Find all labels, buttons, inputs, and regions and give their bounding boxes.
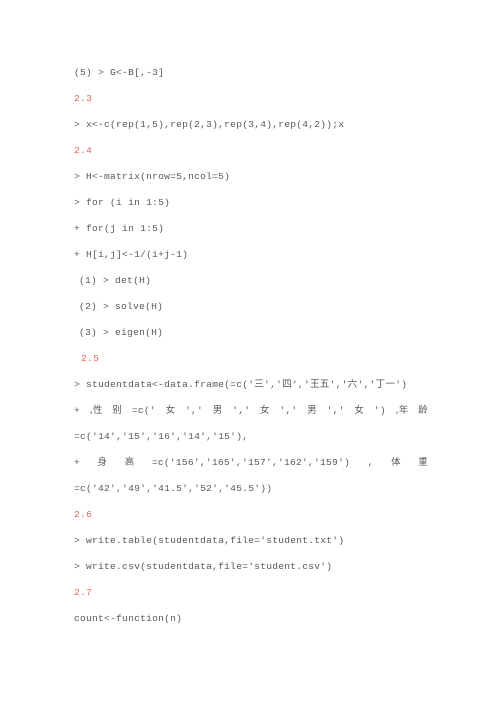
heading-2-5: 2.5	[81, 353, 100, 365]
text-segment: 女	[165, 405, 176, 417]
doc-row: (3) > eigen(H)	[74, 320, 428, 346]
text-segment: ','	[326, 405, 345, 417]
line-x-rep: > x<-c(rep(1,5),rep(2,3),rep(3,4),rep(4,…	[74, 119, 345, 131]
doc-row: 2.3	[74, 86, 428, 112]
text-segment: 女	[354, 405, 365, 417]
doc-row: + for(j in 1:5)	[74, 216, 428, 242]
doc-row: 2.7	[74, 580, 428, 606]
line-det: (1) > det(H)	[79, 275, 152, 287]
doc-row: =c('42','49','41.5','52','45.5'))	[74, 476, 428, 502]
line-for-i: > for (i in 1:5)	[74, 197, 171, 209]
text-segment: 身	[97, 457, 108, 469]
doc-row: 2.5	[74, 346, 428, 372]
doc-row: > H<-matrix(nrow=5,ncol=5)	[74, 164, 428, 190]
line-studentdata: > studentdata<-data.frame(=c('三','四','王五…	[74, 379, 408, 391]
line-age-values: =c('14','15','16','14','15'),	[74, 431, 249, 443]
text-segment: ','	[185, 405, 204, 417]
text-segment: ','	[279, 405, 298, 417]
line-gender: + ,性别 =c(' 女 ',' 男 ',' 女 ',' 男 ',' 女 ') ,年龄	[74, 406, 428, 416]
doc-row: count<-function(n)	[74, 606, 428, 632]
text-segment: 龄	[418, 405, 428, 417]
text-segment: ,性	[89, 405, 103, 417]
doc-row: 2.4	[74, 138, 428, 164]
doc-row: + 身 高 =c('156','165','157','162','159'), 体 重	[74, 450, 428, 476]
line-h-assign: + H[i,j]<-1/(i+j-1)	[74, 249, 189, 261]
text-segment: 女	[260, 405, 270, 417]
text-segment: ,年	[395, 405, 409, 417]
doc-row: (1) > det(H)	[74, 268, 428, 294]
text-segment: +	[74, 405, 81, 417]
document-body: (5) > G<-B[,-3] 2.3 > x<-c(rep(1,5),rep(2,…	[74, 60, 428, 632]
doc-row: > write.csv(studentdata,file='student.cs…	[74, 554, 428, 580]
line-solve: (2) > solve(H)	[79, 301, 164, 313]
heading-2-6: 2.6	[74, 509, 93, 521]
line-weight-values: =c('42','49','41.5','52','45.5'))	[74, 483, 273, 495]
doc-row: > for (i in 1:5)	[74, 190, 428, 216]
heading-2-4: 2.4	[74, 145, 93, 157]
doc-row: (5) > G<-B[,-3]	[74, 60, 428, 86]
doc-row: (2) > solve(H)	[74, 294, 428, 320]
text-segment: 体	[391, 457, 401, 469]
line-g-assign: (5) > G<-B[,-3]	[74, 67, 165, 79]
doc-row: =c('14','15','16','14','15'),	[74, 424, 428, 450]
line-h-matrix: > H<-matrix(nrow=5,ncol=5)	[74, 171, 231, 183]
doc-row: > studentdata<-data.frame(=c('三','四','王五…	[74, 372, 428, 398]
heading-2-7: 2.7	[74, 587, 93, 599]
line-write-table: > write.table(studentdata,file='student.…	[74, 535, 345, 547]
document-page: (5) > G<-B[,-3] 2.3 > x<-c(rep(1,5),rep(2,…	[0, 0, 500, 707]
text-segment: =c('	[131, 405, 156, 417]
text-segment: ','	[232, 405, 251, 417]
text-segment: +	[74, 457, 81, 469]
line-eigen: (3) > eigen(H)	[79, 327, 164, 339]
text-segment: 别	[112, 405, 123, 417]
heading-2-3: 2.3	[74, 93, 93, 105]
doc-row: 2.6	[74, 502, 428, 528]
doc-row: + H[i,j]<-1/(i+j-1)	[74, 242, 428, 268]
text-segment: 高	[124, 457, 135, 469]
text-segment: 重	[418, 457, 428, 469]
line-write-csv: > write.csv(studentdata,file='student.cs…	[74, 561, 333, 573]
text-segment: ')	[373, 405, 386, 417]
text-segment: =c('156','165','157','162','159')	[151, 457, 351, 469]
line-for-j: + for(j in 1:5)	[74, 223, 165, 235]
line-count-function: count<-function(n)	[74, 613, 183, 625]
text-segment: 男	[307, 405, 317, 417]
text-segment: 男	[212, 405, 223, 417]
doc-row: > x<-c(rep(1,5),rep(2,3),rep(3,4),rep(4,…	[74, 112, 428, 138]
doc-row: + ,性别 =c(' 女 ',' 男 ',' 女 ',' 男 ',' 女 ') ,年龄	[74, 398, 428, 424]
doc-row: > write.table(studentdata,file='student.…	[74, 528, 428, 554]
line-height: + 身 高 =c('156','165','157','162','159'), 体 重	[74, 458, 428, 468]
text-segment: ,	[367, 457, 374, 469]
